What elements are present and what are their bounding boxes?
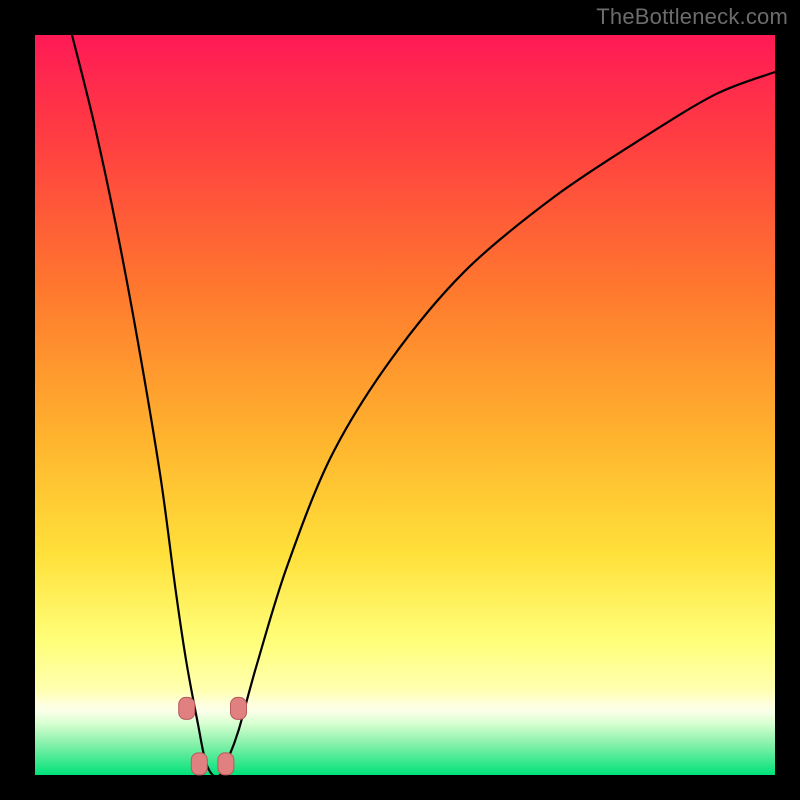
- plot-background: [35, 35, 775, 775]
- curve-marker: [191, 753, 207, 775]
- curve-marker: [231, 697, 247, 719]
- curve-marker: [218, 753, 234, 775]
- chart-canvas: [0, 0, 800, 800]
- watermark-text: TheBottleneck.com: [596, 4, 788, 30]
- curve-marker: [179, 697, 195, 719]
